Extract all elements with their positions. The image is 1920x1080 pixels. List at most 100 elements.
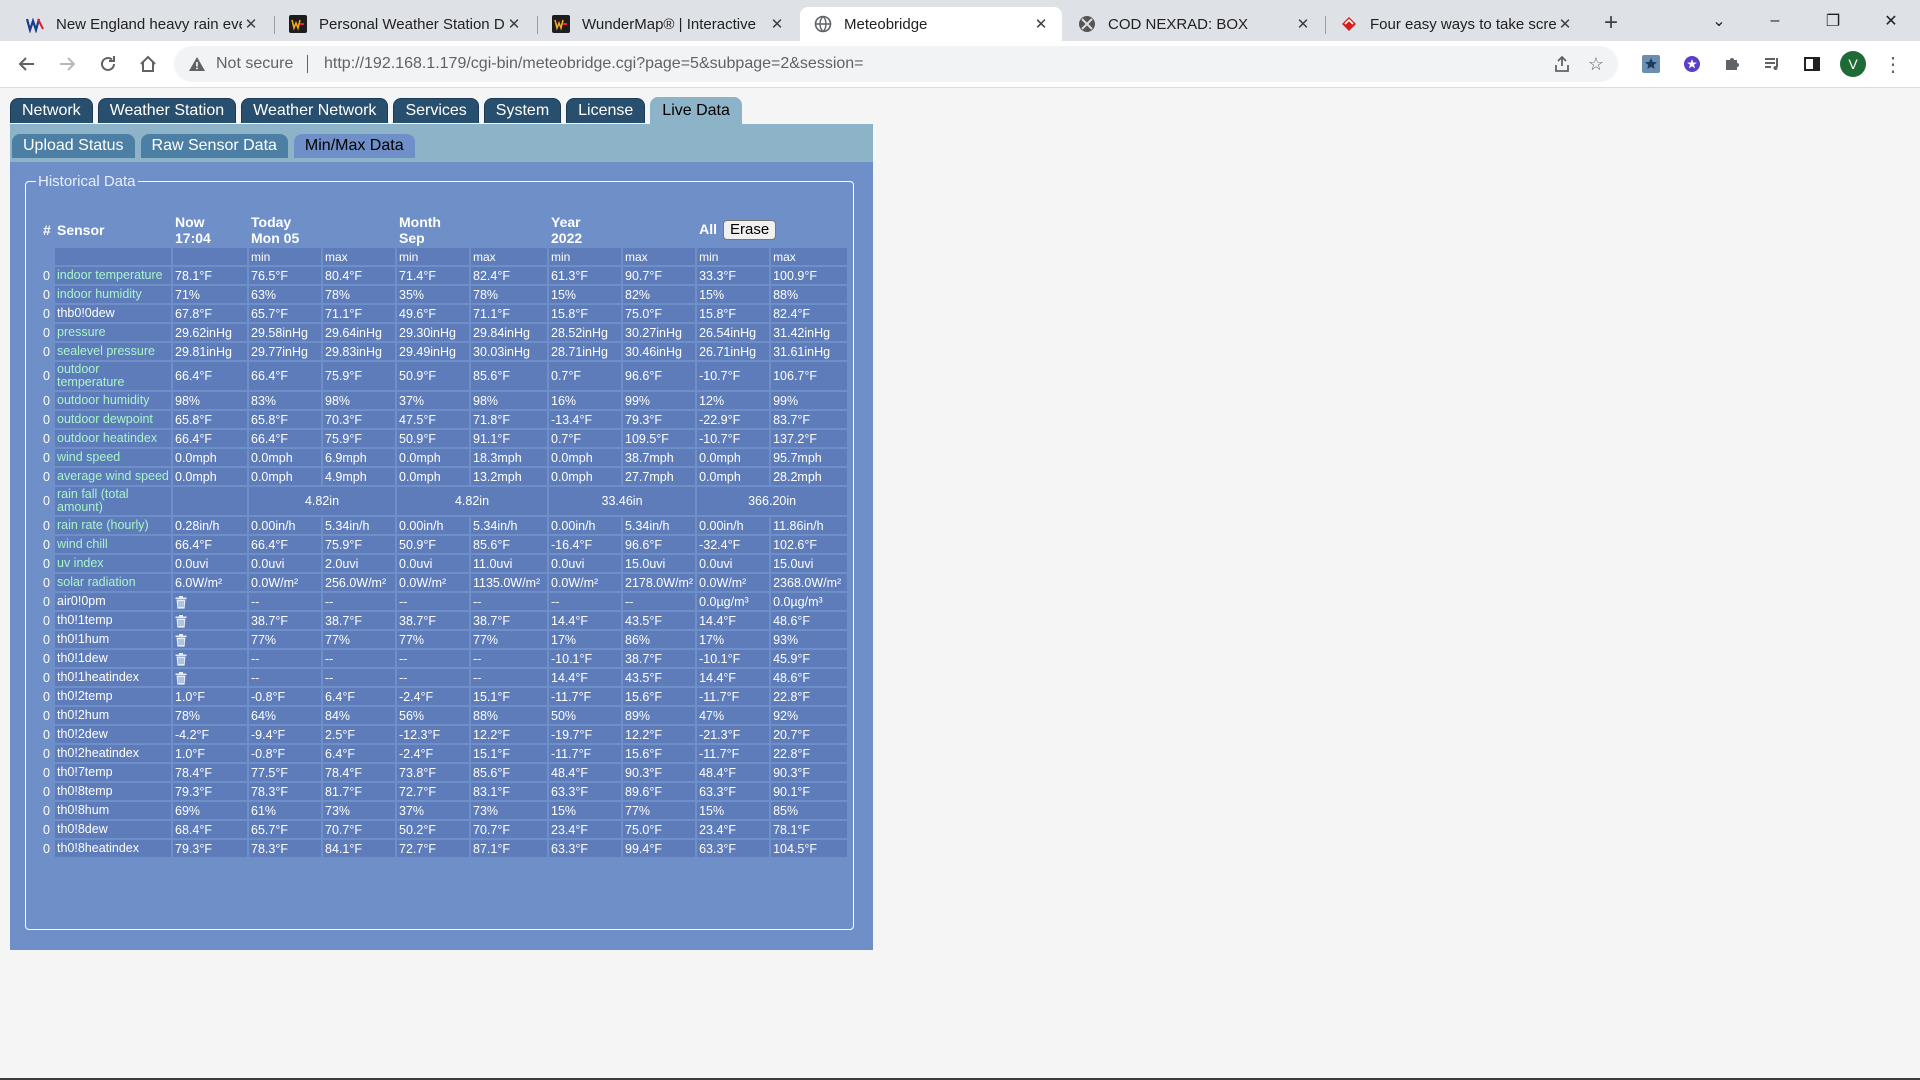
sensor-link[interactable]: indoor temperature: [55, 267, 171, 284]
close-icon[interactable]: ✕: [242, 15, 260, 33]
header-min: min: [549, 248, 621, 265]
min-value: -32.4°F: [697, 536, 770, 553]
reload-button[interactable]: [93, 49, 123, 79]
delete-sensor-cell[interactable]: [173, 612, 247, 629]
max-value: 38.7mph: [623, 449, 696, 466]
sensor-name: th0!2dew: [55, 726, 171, 743]
max-value: 84%: [323, 707, 395, 724]
trash-icon[interactable]: [175, 615, 187, 628]
trash-icon[interactable]: [175, 596, 187, 609]
now-value: [173, 487, 247, 515]
sensor-link[interactable]: solar radiation: [55, 574, 171, 591]
back-button[interactable]: [12, 49, 42, 79]
sensor-name: th0!8temp: [55, 783, 171, 800]
main-tab-license[interactable]: License: [566, 98, 646, 123]
sensor-link[interactable]: wind chill: [55, 536, 171, 553]
browser-tab-1[interactable]: Personal Weather Station D ✕: [275, 7, 535, 41]
side-panel-icon[interactable]: [1797, 49, 1827, 79]
forward-button[interactable]: [52, 49, 82, 79]
main-tab-weather-network[interactable]: Weather Network: [241, 98, 389, 123]
sensor-link[interactable]: outdoor temperature: [55, 362, 171, 390]
main-tab-services[interactable]: Services: [393, 98, 479, 123]
browser-tab-5[interactable]: Four easy ways to take scre ✕: [1326, 7, 1586, 41]
min-value: 37%: [397, 392, 469, 409]
bookmark-star-icon[interactable]: ☆: [1584, 52, 1608, 76]
trash-icon[interactable]: [175, 653, 187, 666]
sensor-link[interactable]: indoor humidity: [55, 286, 171, 303]
main-tab-live-data[interactable]: Live Data: [650, 97, 742, 124]
address-bar[interactable]: Not secure http://192.168.1.179/cgi-bin/…: [174, 46, 1618, 82]
sub-tab-upload-status[interactable]: Upload Status: [12, 134, 135, 158]
sensor-link[interactable]: uv index: [55, 555, 171, 572]
max-value: 15.6°F: [623, 745, 696, 762]
tab-search-button[interactable]: ⌄: [1690, 0, 1748, 41]
sensor-link[interactable]: sealevel pressure: [55, 343, 171, 360]
restore-button[interactable]: ❐: [1804, 0, 1862, 41]
close-window-button[interactable]: ✕: [1862, 0, 1920, 41]
table-row: 0 th0!1temp 38.7°F 38.7°F 38.7°F 38.7°F 14.4°F…: [42, 612, 848, 629]
main-tab-weather-station[interactable]: Weather Station: [97, 98, 237, 123]
main-tab-system[interactable]: System: [483, 98, 562, 123]
close-icon[interactable]: ✕: [1032, 15, 1050, 33]
browser-tab-3[interactable]: Meteobridge ✕: [800, 7, 1062, 41]
browser-tab-2[interactable]: WunderMap® | Interactive ✕: [538, 7, 798, 41]
main-tab-network[interactable]: Network: [10, 98, 93, 123]
min-value: 0.00in/h: [249, 517, 321, 534]
menu-kebab-icon[interactable]: ⋮: [1878, 49, 1908, 79]
sensor-link[interactable]: outdoor humidity: [55, 392, 171, 409]
close-icon[interactable]: ✕: [1556, 15, 1574, 33]
sub-tab-min-max-data[interactable]: Min/Max Data: [293, 134, 415, 158]
minimize-button[interactable]: –: [1746, 0, 1804, 41]
min-value: 0.0mph: [697, 449, 770, 466]
delete-sensor-cell[interactable]: [173, 631, 247, 648]
table-row: 0 pressure 29.62inHg 29.58inHg 29.64inHg 29.3…: [42, 324, 848, 341]
min-value: 12%: [697, 392, 770, 409]
sensor-link[interactable]: rain fall (total amount): [55, 487, 171, 515]
max-value: 12.2°F: [623, 726, 696, 743]
erase-button[interactable]: Erase: [722, 220, 777, 240]
close-icon[interactable]: ✕: [1294, 15, 1312, 33]
new-tab-button[interactable]: +: [1597, 9, 1625, 37]
extension-purple-icon[interactable]: [1677, 49, 1707, 79]
sensor-link[interactable]: outdoor dewpoint: [55, 411, 171, 428]
close-icon[interactable]: ✕: [768, 15, 786, 33]
browser-tab-4[interactable]: COD NEXRAD: BOX ✕: [1064, 7, 1324, 41]
max-value: 109.5°F: [623, 430, 696, 447]
max-value: 6.4°F: [323, 688, 395, 705]
sensor-link[interactable]: wind speed: [55, 449, 171, 466]
min-value: --: [249, 593, 321, 610]
sensor-link[interactable]: outdoor heatindex: [55, 430, 171, 447]
url-text[interactable]: http://192.168.1.179/cgi-bin/meteobridge…: [324, 55, 864, 73]
share-icon[interactable]: [1550, 52, 1574, 76]
sub-tab-raw-sensor-data[interactable]: Raw Sensor Data: [140, 134, 288, 158]
home-button[interactable]: [133, 49, 163, 79]
sensor-link[interactable]: average wind speed: [55, 468, 171, 485]
delete-sensor-cell[interactable]: [173, 593, 247, 610]
now-value: 29.81inHg: [173, 343, 247, 360]
max-value: 43.5°F: [623, 612, 696, 629]
max-value: 90.3°F: [623, 764, 696, 781]
profile-avatar[interactable]: V: [1840, 51, 1866, 77]
max-value: 82%: [623, 286, 696, 303]
max-value: 85%: [771, 802, 848, 819]
min-value: -10.7°F: [697, 362, 770, 390]
trash-icon[interactable]: [175, 634, 187, 647]
sensor-link[interactable]: rain rate (hourly): [55, 517, 171, 534]
browser-tab-0[interactable]: New England heavy rain eve ✕: [12, 7, 272, 41]
now-value: 0.0mph: [173, 449, 247, 466]
media-queue-icon[interactable]: [1757, 49, 1787, 79]
extensions-puzzle-icon[interactable]: [1717, 49, 1747, 79]
min-value: 29.49inHg: [397, 343, 469, 360]
min-value: 0.0uvi: [549, 555, 621, 572]
sensor-link[interactable]: pressure: [55, 324, 171, 341]
delete-sensor-cell[interactable]: [173, 669, 247, 686]
delete-sensor-cell[interactable]: [173, 650, 247, 667]
header-max: max: [323, 248, 395, 265]
min-value: 0.7°F: [549, 430, 621, 447]
browser-tab-title: COD NEXRAD: BOX: [1108, 15, 1249, 33]
max-value: 85.6°F: [471, 764, 547, 781]
close-icon[interactable]: ✕: [505, 15, 523, 33]
table-row: 0 air0!0pm -- -- -- -- -- -- 0.0µg/m³ 0.0µg/m³: [42, 593, 848, 610]
trash-icon[interactable]: [175, 672, 187, 685]
extension-bookmark-icon[interactable]: [1636, 49, 1666, 79]
